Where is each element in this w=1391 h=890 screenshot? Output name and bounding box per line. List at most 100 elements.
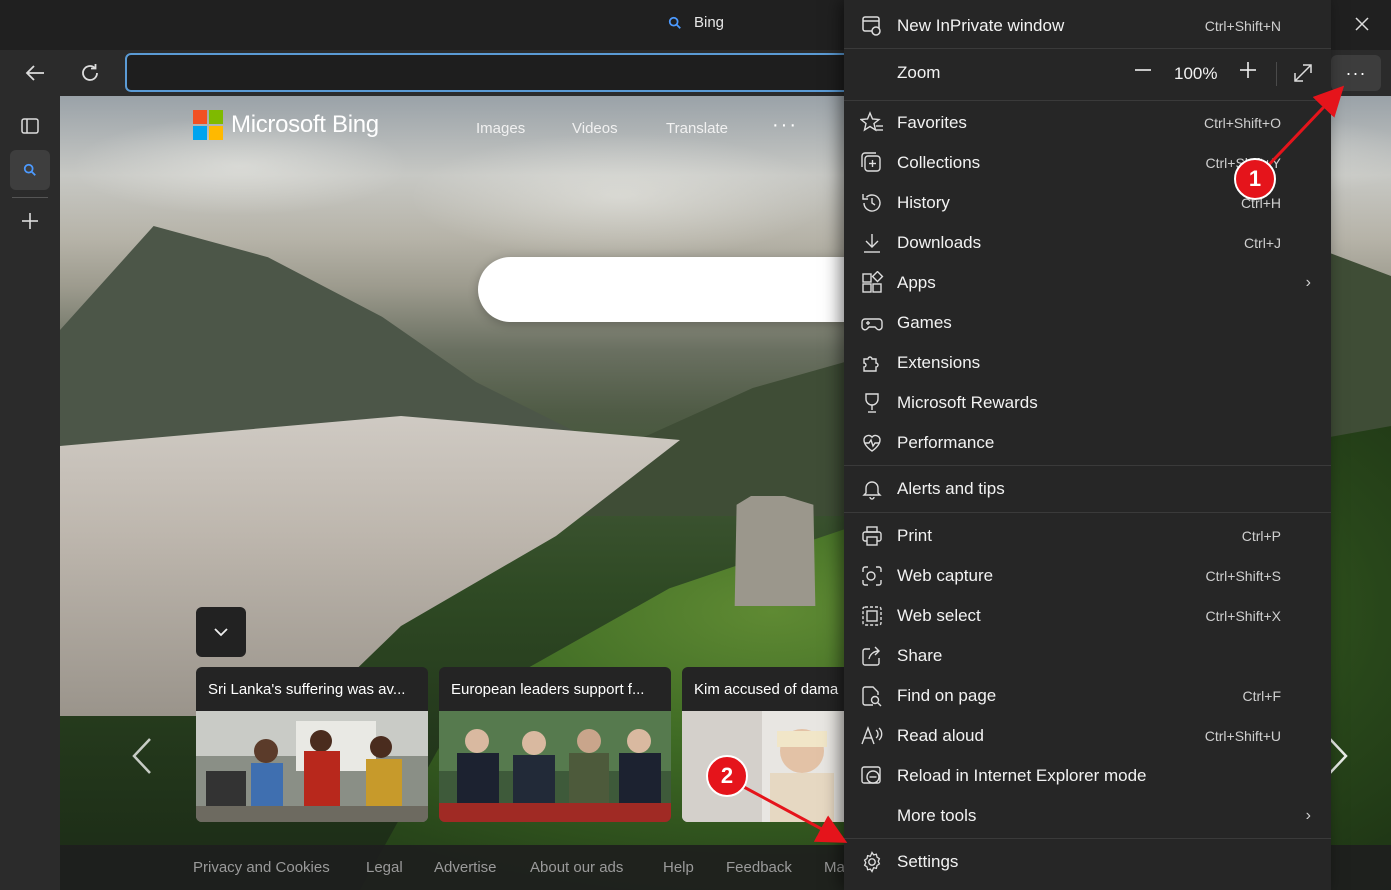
bing-nav-videos[interactable]: Videos	[572, 120, 618, 137]
menu-item-label: Apps	[897, 273, 936, 292]
web-select-icon	[862, 606, 882, 626]
chevron-left-icon	[132, 738, 151, 774]
more-dots-icon: ···	[1345, 62, 1367, 83]
menu-item-read-aloud[interactable]: Read aloud Ctrl+Shift+U	[844, 716, 1331, 756]
carousel-previous-button[interactable]	[130, 736, 154, 786]
menu-item-label: Read aloud	[897, 726, 984, 745]
background-castle-tower	[734, 496, 816, 606]
news-card[interactable]: European leaders support f...	[439, 667, 671, 822]
menu-item-more-tools[interactable]: More tools ›	[844, 796, 1331, 836]
footer-link-about-ads[interactable]: About our ads	[530, 859, 623, 876]
menu-item-find-on-page[interactable]: Find on page Ctrl+F	[844, 676, 1331, 716]
inprivate-window-icon	[862, 16, 881, 36]
zoom-in-button[interactable]	[1235, 60, 1261, 86]
annotation-badge-1: 1	[1234, 158, 1276, 200]
annotation-badge-2: 2	[706, 755, 748, 797]
menu-item-label: Share	[897, 646, 943, 665]
settings-and-more-menu: New InPrivate window Ctrl+Shift+N Zoom 1…	[844, 0, 1331, 890]
bing-nav-translate[interactable]: Translate	[666, 120, 728, 137]
settings-and-more-button[interactable]: ···	[1331, 55, 1381, 91]
menu-item-alerts-and-tips[interactable]: Alerts and tips	[844, 469, 1331, 509]
menu-item-shortcut: Ctrl+Shift+U	[1204, 728, 1281, 744]
menu-item-microsoft-rewards[interactable]: Microsoft Rewards	[844, 383, 1331, 423]
bing-nav-more[interactable]: ···	[772, 114, 798, 137]
menu-item-favorites[interactable]: Favorites Ctrl+Shift+O	[844, 103, 1331, 143]
apps-grid-icon	[862, 271, 884, 293]
tab-actions-button[interactable]	[10, 106, 50, 146]
plus-icon	[22, 213, 38, 229]
menu-item-label: Games	[897, 313, 952, 332]
bing-nav-images[interactable]: Images	[476, 120, 525, 137]
search-icon	[668, 16, 681, 29]
menu-item-settings[interactable]: Settings	[844, 842, 1331, 882]
menu-item-shortcut: Ctrl+F	[1242, 688, 1282, 704]
internet-explorer-icon	[861, 766, 881, 784]
tab-title: Bing	[694, 14, 725, 31]
menu-item-performance[interactable]: Performance	[844, 423, 1331, 463]
menu-item-label: Find on page	[897, 686, 997, 705]
menu-item-label: More tools	[897, 806, 977, 825]
news-card-title: Sri Lanka's suffering was av...	[208, 681, 406, 698]
vertical-tab-bing[interactable]	[10, 150, 50, 190]
menu-item-apps[interactable]: Apps ›	[844, 263, 1331, 303]
address-bar[interactable]	[125, 53, 885, 92]
menu-item-label: Settings	[897, 852, 959, 871]
zoom-row: Zoom 100%	[844, 50, 1331, 98]
menu-item-shortcut: Ctrl+P	[1241, 528, 1281, 544]
news-card-image	[196, 711, 428, 822]
menu-item-web-select[interactable]: Web select Ctrl+Shift+X	[844, 596, 1331, 636]
menu-divider	[844, 512, 1331, 513]
menu-divider	[844, 100, 1331, 101]
zoom-out-button[interactable]	[1130, 60, 1156, 86]
plus-icon	[1240, 62, 1256, 78]
menu-item-shortcut: Ctrl+Shift+X	[1205, 608, 1281, 624]
footer-link-feedback[interactable]: Feedback	[726, 859, 792, 876]
new-tab-button[interactable]	[10, 201, 50, 241]
menu-item-label: Extensions	[897, 353, 981, 372]
menu-item-label: Web select	[897, 606, 981, 625]
menu-item-share[interactable]: Share	[844, 636, 1331, 676]
footer-link-advertise[interactable]: Advertise	[434, 859, 497, 876]
menu-item-extensions[interactable]: Extensions	[844, 343, 1331, 383]
close-icon	[1355, 17, 1369, 31]
back-button[interactable]	[18, 56, 52, 90]
news-card-title: European leaders support f...	[451, 681, 645, 698]
active-tab[interactable]: Bing	[668, 14, 724, 31]
menu-item-label: History	[897, 193, 950, 212]
find-on-page-icon	[862, 686, 882, 707]
menu-item-label: Downloads	[897, 233, 982, 252]
printer-icon	[862, 526, 882, 546]
footer-link-help[interactable]: Help	[663, 859, 694, 876]
menu-item-label: Web capture	[897, 566, 994, 585]
download-icon	[864, 234, 880, 253]
news-card[interactable]: Sri Lanka's suffering was av...	[196, 667, 428, 822]
footer-link-more[interactable]: Ma	[824, 859, 845, 876]
back-arrow-icon	[25, 65, 44, 81]
menu-item-games[interactable]: Games	[844, 303, 1331, 343]
menu-item-reload-ie-mode[interactable]: Reload in Internet Explorer mode	[844, 756, 1331, 796]
close-window-button[interactable]	[1344, 6, 1380, 42]
history-clock-icon	[862, 194, 881, 212]
bing-logo[interactable]: Microsoft Bing	[193, 110, 379, 140]
menu-item-shortcut: Ctrl+Shift+N	[1204, 18, 1281, 34]
menu-item-shortcut: Ctrl+J	[1244, 235, 1281, 251]
footer-link-legal[interactable]: Legal	[366, 859, 403, 876]
menu-item-downloads[interactable]: Downloads Ctrl+J	[844, 223, 1331, 263]
share-icon	[862, 646, 880, 666]
footer-link-privacy[interactable]: Privacy and Cookies	[193, 859, 330, 876]
collapse-feed-button[interactable]	[196, 607, 246, 657]
refresh-button[interactable]	[73, 56, 107, 90]
bing-logo-text: Microsoft Bing	[231, 111, 379, 138]
microsoft-logo-icon	[193, 110, 223, 140]
menu-item-print[interactable]: Print Ctrl+P	[844, 516, 1331, 556]
bell-icon	[862, 481, 882, 500]
fullscreen-button[interactable]	[1290, 60, 1316, 86]
search-icon	[23, 163, 36, 176]
menu-item-web-capture[interactable]: Web capture Ctrl+Shift+S	[844, 556, 1331, 596]
zoom-label: Zoom	[897, 63, 941, 82]
menu-item-new-inprivate-window[interactable]: New InPrivate window Ctrl+Shift+N	[844, 6, 1331, 46]
menu-item-label: Reload in Internet Explorer mode	[897, 766, 1147, 785]
menu-item-label: Performance	[897, 433, 995, 452]
menu-item-shortcut: Ctrl+Shift+O	[1203, 115, 1281, 131]
web-capture-icon	[862, 566, 882, 586]
